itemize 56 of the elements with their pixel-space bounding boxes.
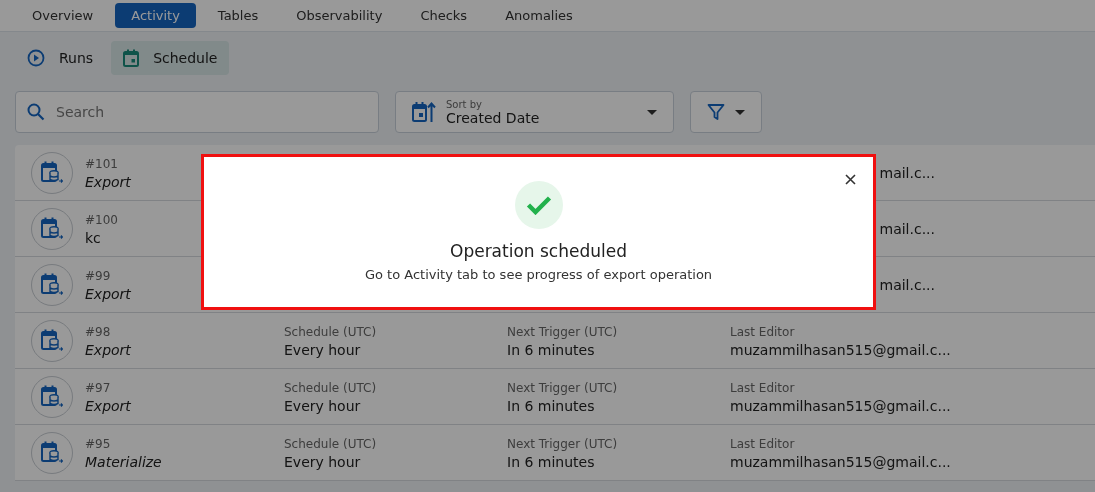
operation-name: Materialize — [85, 453, 163, 470]
schedule-id: #98 — [85, 324, 112, 339]
column-label: Schedule (UTC) — [284, 380, 378, 395]
next-trigger-value: In 6 minutes — [507, 341, 596, 358]
sort-dropdown[interactable]: Sort by Created Date — [395, 91, 674, 133]
column-label: Last Editor — [730, 380, 796, 395]
last-editor-value: mail.c... — [879, 165, 935, 181]
tab[interactable]: Checks — [404, 3, 484, 28]
operation-name: Export — [85, 397, 132, 414]
search-icon — [27, 103, 45, 121]
tab[interactable]: Anomalies — [489, 3, 589, 28]
schedule-value: Every hour — [284, 453, 362, 470]
tab[interactable]: Observability — [280, 3, 399, 28]
operation-name: Export — [85, 285, 132, 302]
view-tab[interactable]: Schedule — [111, 41, 230, 75]
schedule-id: #101 — [85, 156, 119, 171]
play-icon — [27, 49, 45, 67]
last-editor-value: mail.c... — [879, 221, 935, 237]
search-field[interactable]: Search — [15, 91, 379, 133]
last-editor-value: muzammilhasan515@gmail.c... — [730, 397, 952, 414]
column-label: Schedule (UTC) — [284, 436, 378, 451]
dialog-message: Go to Activity tab to see progress of export operation — [364, 267, 713, 282]
calendar-sort-icon — [412, 101, 436, 123]
schedule-value: Every hour — [284, 397, 362, 414]
sort-value: Created Date — [446, 109, 541, 126]
operation-name: Export — [85, 341, 132, 358]
tab[interactable]: Overview — [16, 3, 110, 28]
column-label: Next Trigger (UTC) — [507, 324, 619, 339]
view-tab[interactable]: Runs — [15, 41, 106, 75]
column-label: Next Trigger (UTC) — [507, 380, 619, 395]
last-editor-value: muzammilhasan515@gmail.c... — [730, 453, 952, 470]
column-label: Next Trigger (UTC) — [507, 436, 619, 451]
calendar-icon — [123, 49, 140, 67]
column-label: Schedule (UTC) — [284, 324, 378, 339]
last-editor-value: muzammilhasan515@gmail.c... — [730, 341, 952, 358]
caret-icon — [647, 109, 657, 115]
operation-name: Export — [85, 173, 132, 190]
schedule-id: #100 — [85, 212, 119, 227]
schedule-value: Every hour — [284, 341, 362, 358]
tab[interactable]: Activity — [115, 3, 196, 28]
dialog-title: Operation scheduled — [450, 241, 627, 261]
caret-icon — [735, 109, 745, 115]
column-label: Last Editor — [730, 436, 796, 451]
column-label: Last Editor — [730, 324, 796, 339]
check-icon — [514, 181, 563, 229]
tab[interactable]: Tables — [201, 3, 275, 28]
funnel-icon — [707, 103, 725, 121]
next-trigger-value: In 6 minutes — [507, 397, 596, 414]
operation-name: kc — [85, 229, 102, 246]
schedule-id: #97 — [85, 380, 112, 395]
schedule-id: #95 — [85, 436, 112, 451]
next-trigger-value: In 6 minutes — [507, 453, 596, 470]
last-editor-value: mail.c... — [879, 277, 935, 293]
filter-button[interactable] — [690, 91, 762, 133]
sort-label: Sort by — [446, 98, 483, 110]
schedule-id: #99 — [85, 268, 112, 283]
